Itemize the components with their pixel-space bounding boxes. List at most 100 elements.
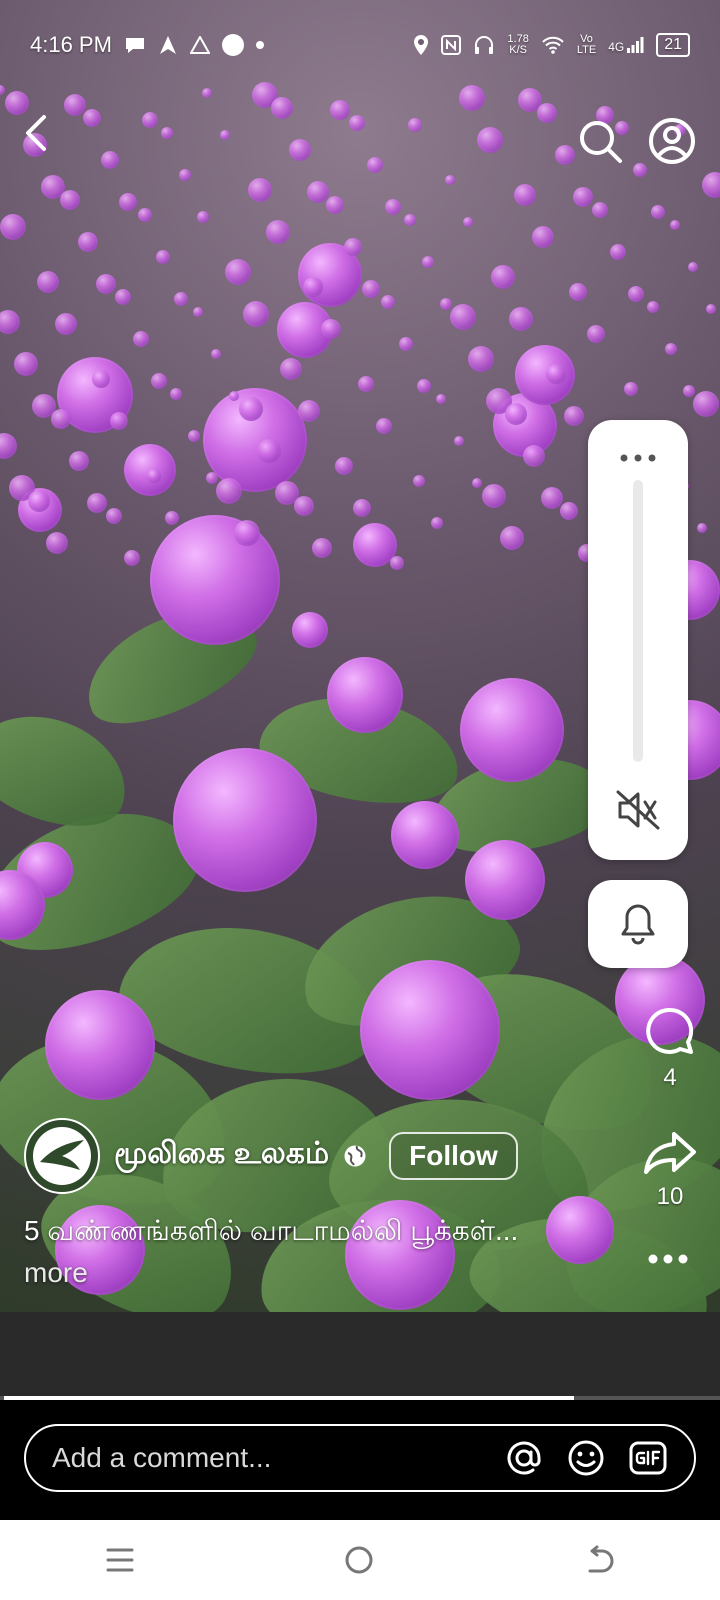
flower-bloom	[292, 612, 328, 648]
distant-bud	[0, 214, 26, 240]
comment-box[interactable]	[24, 1424, 696, 1492]
distant-bud	[156, 250, 170, 264]
signal-bars-icon	[627, 37, 644, 53]
comment-input[interactable]	[50, 1441, 484, 1475]
status-time: 4:16 PM	[30, 32, 112, 57]
distant-bud	[587, 325, 605, 343]
recent-apps-icon[interactable]	[104, 1545, 136, 1575]
distant-bud	[706, 304, 716, 314]
distant-bud	[51, 409, 71, 429]
share-count: 10	[656, 1183, 684, 1210]
distant-bud	[188, 430, 200, 442]
distant-bud	[390, 556, 404, 570]
gif-button[interactable]	[626, 1436, 670, 1480]
author-row: மூலிகை உலகம் Follow	[24, 1118, 518, 1194]
status-right: 1.78 K/S Vo LTE 4G 21	[413, 33, 690, 57]
distant-bud	[225, 259, 251, 285]
distant-bud	[693, 391, 719, 417]
back-button[interactable]	[8, 105, 64, 161]
comment-action[interactable]: 4	[640, 1005, 700, 1092]
avatar[interactable]	[24, 1118, 100, 1194]
distant-bud	[78, 232, 98, 252]
distant-bud	[170, 388, 182, 400]
globe-icon	[344, 1145, 366, 1167]
caption-text: 5 வண்ணங்களில் வாடாமல்லி பூக்கள்...	[24, 1215, 519, 1246]
distant-bud	[651, 205, 665, 219]
distant-bud	[573, 187, 593, 207]
status-left: 4:16 PM	[30, 32, 264, 58]
system-navigation-bar	[0, 1520, 720, 1600]
distant-bud	[560, 502, 578, 520]
emoji-button[interactable]	[564, 1436, 608, 1480]
distant-bud	[312, 538, 332, 558]
distant-bud	[280, 358, 302, 380]
distant-bud	[28, 490, 50, 512]
post-more-options-icon[interactable]	[646, 1252, 690, 1266]
distant-bud	[683, 385, 695, 397]
more-notifications-dot-icon	[255, 41, 264, 49]
distant-bud	[335, 457, 353, 475]
distant-bud	[138, 208, 152, 222]
distant-bud	[381, 295, 395, 309]
distant-bud	[440, 298, 452, 310]
distant-bud	[229, 391, 239, 401]
author-name[interactable]: மூலிகை உலகம்	[114, 1137, 329, 1175]
distant-bud	[592, 202, 608, 218]
distant-bud	[344, 238, 362, 256]
distant-bud	[610, 244, 626, 260]
distant-bud	[546, 364, 566, 384]
search-icon	[580, 121, 622, 163]
distant-bud	[647, 301, 659, 313]
distant-bud	[417, 379, 431, 393]
share-action[interactable]: 10	[635, 1128, 705, 1211]
distant-bud	[37, 271, 59, 293]
comment-count: 4	[663, 1064, 677, 1091]
flower-bloom	[391, 801, 459, 869]
distant-bud	[211, 349, 221, 359]
distant-bud	[454, 436, 464, 446]
distant-bud	[624, 382, 638, 396]
profile-button[interactable]	[644, 113, 700, 169]
bird-logo-icon	[33, 1127, 91, 1185]
speaker-muted-icon	[616, 790, 660, 830]
distant-bud	[216, 478, 242, 504]
distant-bud	[298, 400, 320, 422]
distant-bud	[248, 178, 272, 202]
signal-strength: 4G	[608, 36, 644, 54]
mute-button[interactable]	[608, 780, 668, 840]
home-circle-icon[interactable]	[343, 1544, 375, 1576]
video-bottom-strip	[0, 1312, 720, 1404]
distant-bud	[303, 277, 323, 297]
flower-bloom	[173, 748, 317, 892]
navigation-arrow-icon	[159, 36, 176, 54]
caption-more-link[interactable]: more	[24, 1257, 88, 1288]
comment-bubble-icon	[646, 1007, 694, 1054]
distant-bud	[110, 412, 128, 430]
distant-bud	[514, 184, 536, 206]
distant-bud	[0, 310, 20, 334]
distant-bud	[422, 256, 434, 268]
distant-bud	[463, 217, 473, 227]
location-pin-icon	[414, 35, 429, 55]
post-caption[interactable]: 5 வண்ணங்களில் வாடாமல்லி பூக்கள்... more	[24, 1210, 584, 1294]
distant-bud	[697, 523, 707, 533]
warning-triangle-icon	[189, 36, 210, 54]
more-options-icon[interactable]	[612, 448, 664, 468]
user-circle-icon	[649, 118, 695, 164]
distant-bud	[523, 445, 545, 467]
flower-bloom	[150, 515, 280, 645]
distant-bud	[119, 193, 137, 211]
notification-bell-button[interactable]	[588, 880, 688, 968]
distant-bud	[541, 487, 563, 509]
back-arrow-icon[interactable]	[582, 1545, 616, 1575]
volume-slider[interactable]	[633, 480, 643, 762]
distant-bud	[404, 214, 416, 226]
distant-bud	[115, 289, 131, 305]
search-button[interactable]	[572, 113, 628, 169]
follow-button[interactable]: Follow	[389, 1132, 518, 1180]
mention-button[interactable]	[502, 1436, 546, 1480]
distant-bud	[294, 496, 314, 516]
status-bar: 4:16 PM 1.78 K/S Vo LTE 4G 21	[0, 0, 720, 90]
nfc-icon	[441, 35, 462, 55]
distant-bud	[87, 493, 107, 513]
